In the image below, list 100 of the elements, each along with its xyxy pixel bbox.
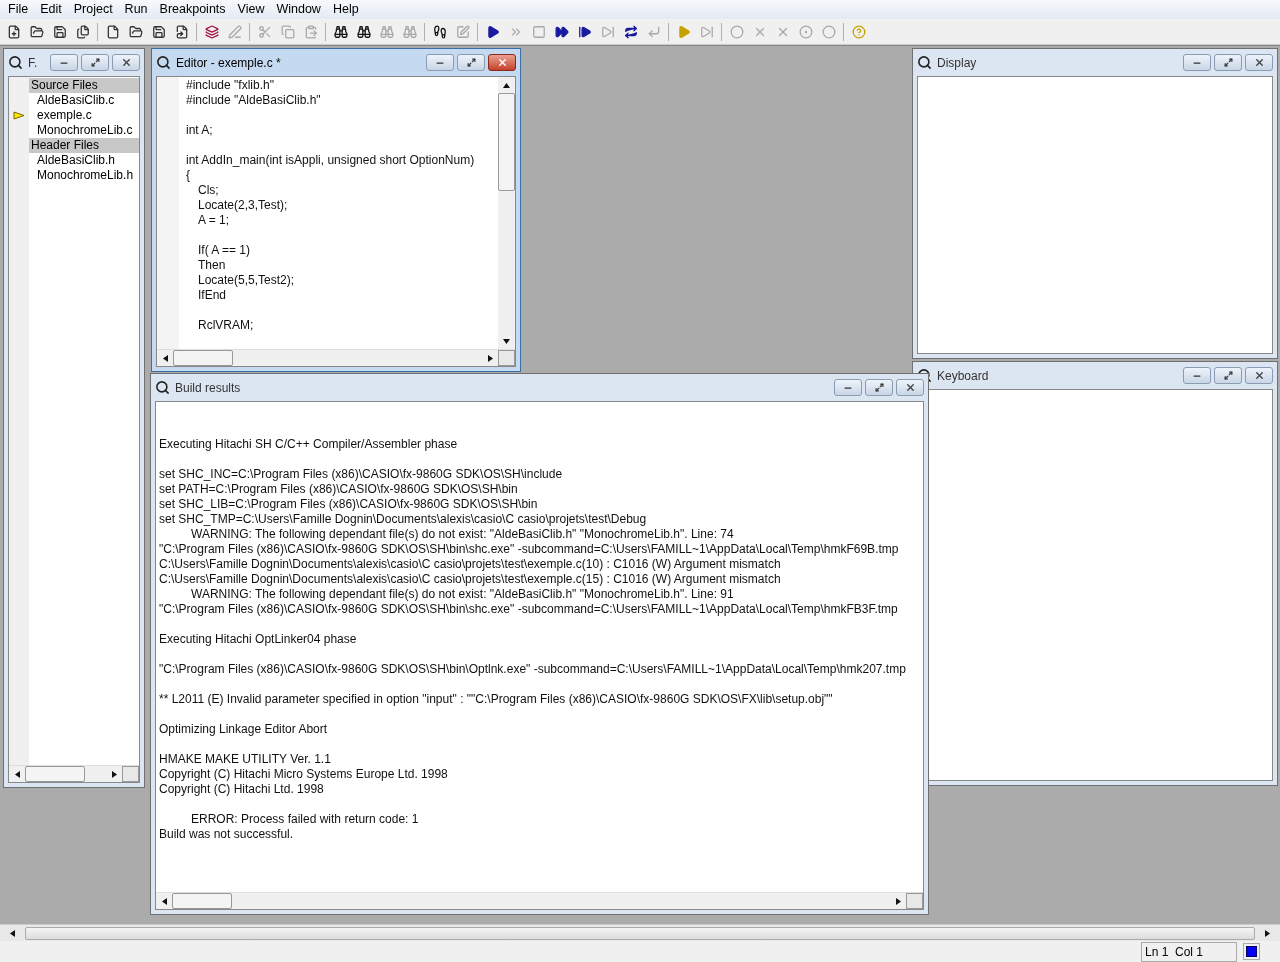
- arrow-icon: [1263, 928, 1272, 938]
- close-button[interactable]: [112, 54, 140, 71]
- menu-item[interactable]: Breakpoints: [153, 0, 232, 19]
- text-line: RclVRAM;: [197, 318, 255, 333]
- arrow-icon: [12, 769, 22, 779]
- close-button[interactable]: [896, 379, 924, 396]
- scrollbar-thumb[interactable]: [172, 893, 232, 909]
- menu-item[interactable]: Help: [326, 0, 365, 19]
- text-line: Copyright (C) Hitachi Micro Systems Europe Ltd. 1998: [159, 767, 449, 782]
- close-button[interactable]: [488, 54, 516, 71]
- return-arrow-icon: [646, 24, 661, 39]
- window-title: F.: [28, 54, 39, 72]
- close-icon: [1253, 57, 1265, 68]
- corner-icon: [498, 350, 515, 366]
- stop-icon: [531, 24, 546, 39]
- text-line: Locate(5,5,Test2);: [197, 273, 296, 288]
- scissors-icon: [257, 24, 272, 39]
- text-line: Cls;: [197, 183, 220, 198]
- play-icon: [485, 24, 500, 39]
- horizontal-scrollbar[interactable]: [0, 924, 1280, 941]
- text-line: #include "fxlib.h": [186, 78, 275, 93]
- binoculars-icon: [379, 24, 394, 39]
- maximize-icon: [466, 58, 476, 67]
- maximize-button[interactable]: [1214, 54, 1242, 71]
- maximize-button[interactable]: [457, 54, 485, 71]
- close-icon: [904, 382, 916, 393]
- minimize-button[interactable]: [834, 379, 862, 396]
- text-line: set SHC_TMP=C:\Users\Famille Dognin\Documents\alexis\casio\C casio\projets\test\Debug: [159, 512, 648, 527]
- maximize-button[interactable]: [865, 379, 893, 396]
- text-line: set SHC_INC=C:\Program Files (x86)\CASIO\fx-9860G SDK\OS\SH\include: [159, 467, 564, 482]
- text-line: "C:\Program Files (x86)\CASIO\fx-9860G SDK\OS\SH\bin\Optlnk.exe" -subcommand=C:\Users\FAMILL~1\AppData\Local\Temp\hmk207.tmp: [159, 662, 907, 677]
- minimize-button[interactable]: [1183, 367, 1211, 384]
- close-icon: [496, 57, 508, 68]
- text-line: "C:\Program Files (x86)\CASIO\fx-9860G SDK\OS\SH\bin\shc.exe" -subcommand=C:\Users\FAMILL~1\AppData\Local\Temp\hmkFB3F.tmp: [159, 602, 899, 617]
- scrollbar-thumb[interactable]: [498, 93, 515, 191]
- circle-dot-icon: [798, 24, 813, 39]
- text-line: set PATH=C:\Program Files (x86)\CASIO\fx-9860G SDK\OS\SH\bin: [159, 482, 519, 497]
- close-button[interactable]: [1245, 54, 1273, 71]
- help-icon: [851, 24, 866, 39]
- maximize-button[interactable]: [81, 54, 109, 71]
- menu-item[interactable]: View: [231, 0, 271, 19]
- text-line: ** L2011 (E) Invalid parameter specified in option "input" : ""C:\Program Files (x86)\CASIO\fx-9860G SDK\OS\FX\lib\setup.obj"": [159, 692, 834, 707]
- maximize-icon: [1223, 58, 1233, 67]
- text-line: Then: [197, 258, 227, 273]
- text-line: int A;: [186, 123, 214, 138]
- scrollbar-thumb[interactable]: [173, 350, 233, 366]
- tree-item[interactable]: AldeBasiClib.h: [29, 153, 139, 168]
- arrow-icon: [159, 896, 169, 906]
- floppy-icon: [52, 24, 67, 39]
- tree-item[interactable]: MonochromeLib.h: [29, 168, 139, 183]
- horizontal-scrollbar[interactable]: [9, 765, 139, 782]
- binoculars-icon: [402, 24, 417, 39]
- text-line: WARNING: The following dependant file(s) do not exist: "AldeBasiClib.h" "MonochromeLib.h". Line: 74: [190, 527, 735, 542]
- loop-arrows-icon: [623, 24, 638, 39]
- text-line: IfEnd: [197, 288, 228, 303]
- stacked-pages-icon: [75, 24, 90, 39]
- text-line: HMAKE MAKE UTILITY Ver. 1.1: [159, 752, 332, 767]
- tree-group[interactable]: Source Files: [29, 78, 139, 93]
- menu-item[interactable]: Run: [118, 0, 154, 19]
- horizontal-scrollbar[interactable]: [157, 349, 515, 366]
- folder-icon: [128, 24, 143, 39]
- tree-item[interactable]: MonochromeLib.c: [29, 123, 139, 138]
- close-icon: [120, 57, 132, 68]
- text-line: int AddIn_main(int isAppli, unsigned short OptionNum): [186, 153, 476, 168]
- arrow-icon: [893, 896, 903, 906]
- minimize-button[interactable]: [1183, 54, 1211, 71]
- corner-icon: [906, 893, 923, 909]
- horizontal-scrollbar[interactable]: [156, 892, 923, 909]
- circle-icon: [729, 24, 744, 39]
- magnifier-icon: [917, 55, 932, 70]
- maximize-button[interactable]: [1214, 367, 1242, 384]
- vertical-scrollbar[interactable]: [498, 77, 515, 349]
- text-line: Locate(2,3,Test);: [197, 198, 289, 213]
- clipboard-icon: [303, 24, 318, 39]
- tree-item[interactable]: exemple.c: [29, 108, 139, 123]
- tree-group[interactable]: Header Files: [29, 138, 139, 153]
- text-line: If( A == 1): [197, 243, 252, 258]
- text-line: A = 1;: [197, 213, 231, 228]
- menu-item[interactable]: File: [2, 0, 35, 19]
- scrollbar-thumb[interactable]: [25, 766, 85, 782]
- arrow-icon: [160, 353, 170, 363]
- window-title: Editor - exemple.c *: [176, 54, 282, 72]
- menu-item[interactable]: Window: [270, 0, 327, 19]
- minimize-button[interactable]: [426, 54, 454, 71]
- binoculars-icon: [356, 24, 371, 39]
- menu-item[interactable]: Project: [67, 0, 119, 19]
- text-line: Copyright (C) Hitachi Ltd. 1998: [159, 782, 325, 797]
- maximize-icon: [1223, 371, 1233, 380]
- minimize-button[interactable]: [50, 54, 78, 71]
- new-file-icon: [6, 24, 21, 39]
- page-arrow-icon: [174, 24, 189, 39]
- menu-item[interactable]: Edit: [34, 0, 68, 19]
- pen-icon: [227, 24, 242, 39]
- text-line: {: [186, 168, 191, 183]
- skip-forward-icon: [600, 24, 615, 39]
- tree-item[interactable]: AldeBasiClib.c: [29, 93, 139, 108]
- arrow-icon: [502, 80, 511, 90]
- close-button[interactable]: [1245, 367, 1273, 384]
- cursor-position: Ln 1 Col 1: [1141, 941, 1237, 962]
- status-indicator: [1246, 946, 1257, 957]
